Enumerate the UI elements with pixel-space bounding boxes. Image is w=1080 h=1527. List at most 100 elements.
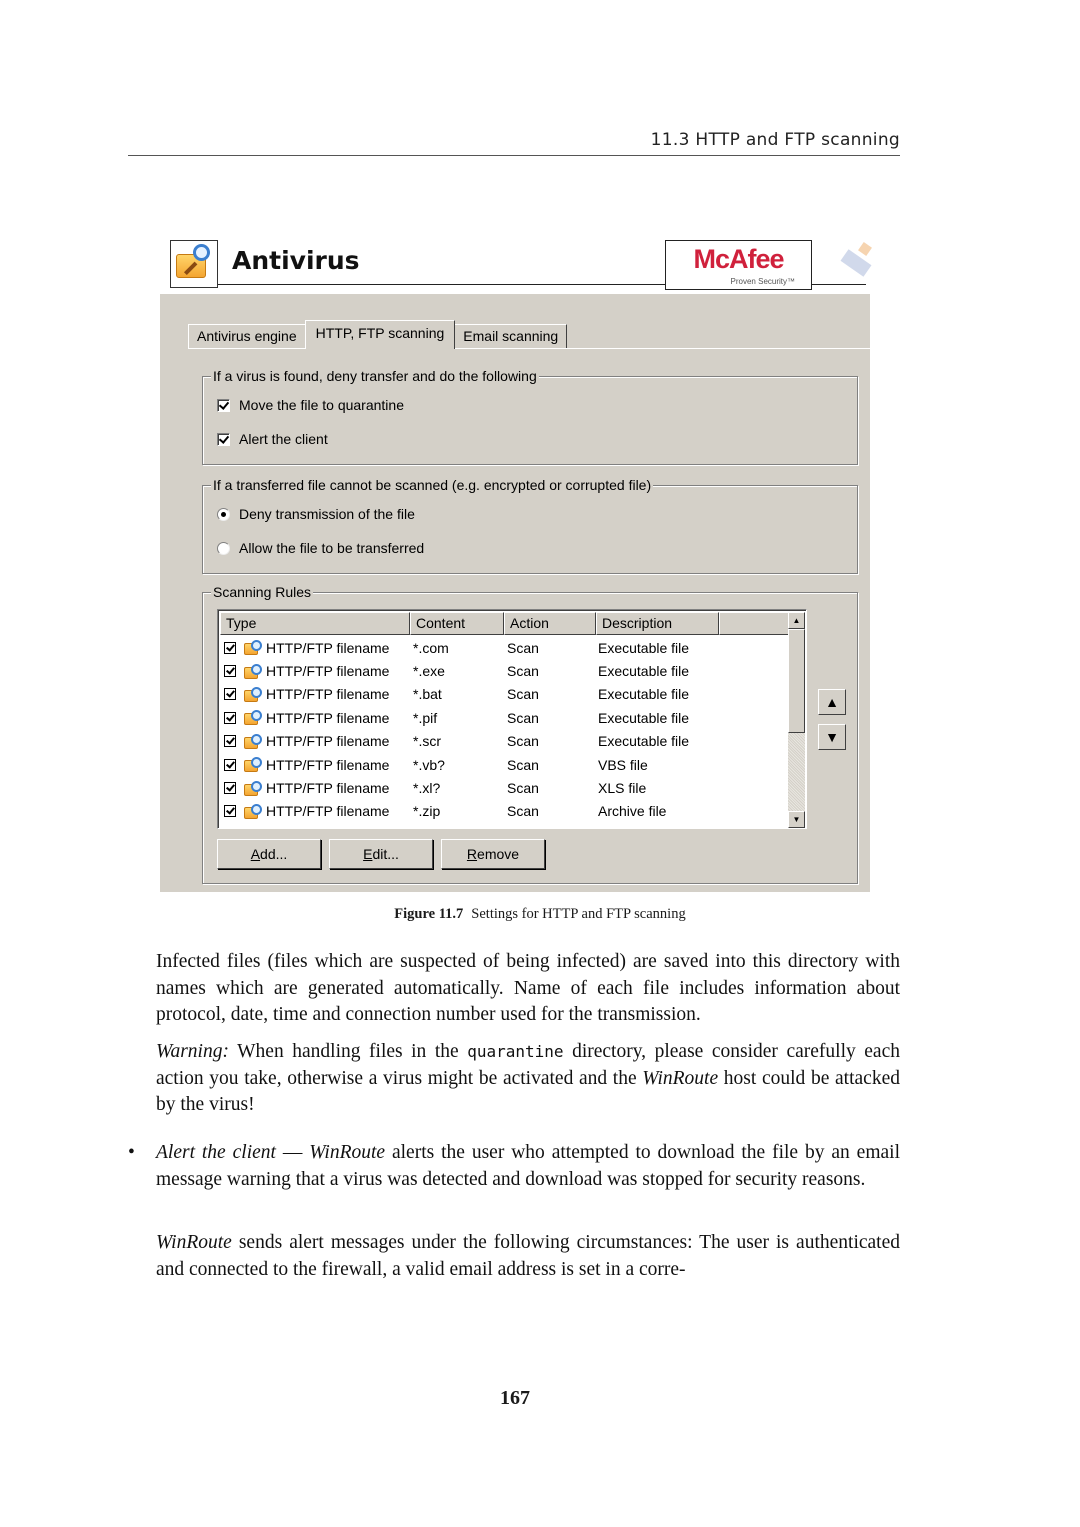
mcafee-logo: McAfee Proven Security™	[665, 240, 812, 290]
antivirus-screenshot-figure: Antivirus McAfee Proven Security™ Antivi…	[160, 236, 872, 892]
window-header: Antivirus McAfee Proven Security™	[160, 236, 872, 294]
settings-panel: Antivirus engine HTTP, FTP scanning Emai…	[160, 294, 870, 892]
rule-enabled-checkbox[interactable]	[224, 641, 236, 654]
option-label: Allow the file to be transferred	[239, 540, 425, 556]
rule-enabled-checkbox[interactable]	[224, 782, 236, 795]
rule-enabled-checkbox[interactable]	[224, 665, 236, 678]
quarantine-checkbox[interactable]	[217, 398, 230, 412]
quarantine-checkbox-option[interactable]: Move the file to quarantine	[217, 397, 404, 413]
cell-action: Scan	[507, 663, 539, 680]
tab-http-ftp-scanning[interactable]: HTTP, FTP scanning	[304, 320, 456, 349]
quarantine-code: quarantine	[467, 1042, 564, 1061]
rule-enabled-checkbox[interactable]	[224, 758, 236, 771]
table-row[interactable]: HTTP/FTP filename *.exe Scan Executable fil…	[220, 659, 785, 682]
edit-rule-button[interactable]: Edit...	[329, 839, 433, 869]
brand-tagline: Proven Security™	[730, 277, 795, 286]
bullet-icon: •	[128, 1142, 135, 1163]
cell-content: *.scr	[413, 733, 441, 750]
cell-type: HTTP/FTP filename	[220, 709, 410, 726]
cell-action: Scan	[507, 803, 539, 820]
warning-label: Warning:	[156, 1041, 229, 1062]
add-rule-button[interactable]: Add...	[217, 839, 321, 869]
rule-type: HTTP/FTP filename	[266, 803, 390, 820]
cell-action: Scan	[507, 780, 539, 797]
rule-type-icon	[244, 639, 264, 656]
column-header-type[interactable]: Type	[220, 612, 410, 635]
table-row[interactable]: HTTP/FTP filename *.xl? Scan XLS file	[220, 776, 785, 799]
window-title: Antivirus	[232, 246, 360, 275]
group-legend: If a transferred file cannot be scanned …	[211, 477, 654, 493]
rule-enabled-checkbox[interactable]	[224, 735, 236, 748]
tab-email-scanning[interactable]: Email scanning	[454, 324, 568, 348]
column-header-description[interactable]: Description	[596, 612, 719, 635]
table-row[interactable]: HTTP/FTP filename *.vb? Scan VBS file	[220, 753, 785, 776]
rule-type-icon	[244, 733, 264, 750]
scanning-rules-group: Scanning Rules Type Content Action Descr…	[202, 584, 858, 884]
alert-client-checkbox[interactable]	[217, 432, 230, 446]
cell-description: Executable file	[598, 733, 690, 750]
rule-type-icon	[244, 756, 264, 773]
rule-type-icon	[244, 780, 264, 797]
cell-content: *.com	[413, 639, 449, 656]
move-rule-up-button[interactable]: ▲	[818, 689, 846, 715]
table-row[interactable]: HTTP/FTP filename *.com Scan Executable fil…	[220, 636, 785, 659]
cell-description: Executable file	[598, 709, 690, 726]
virus-found-group: If a virus is found, deny transfer and d…	[202, 368, 858, 465]
table-row[interactable]: HTTP/FTP filename *.pif Scan Executable fil…	[220, 706, 785, 729]
scroll-down-button[interactable]: ▼	[788, 811, 805, 828]
move-rule-down-button[interactable]: ▼	[818, 724, 846, 750]
rule-type: HTTP/FTP filename	[266, 709, 390, 726]
allow-transfer-radio-option[interactable]: Allow the file to be transferred	[217, 540, 424, 556]
rule-enabled-checkbox[interactable]	[224, 688, 236, 701]
caption-label: Figure 11.7	[394, 906, 464, 922]
cell-content: *.zip	[413, 803, 441, 820]
option-label: Move the file to quarantine	[239, 397, 404, 413]
antivirus-folder-magnifier-icon	[170, 240, 218, 288]
table-row[interactable]: HTTP/FTP filename *.zip Scan Archive file	[220, 800, 785, 823]
tab-antivirus-engine[interactable]: Antivirus engine	[188, 324, 306, 348]
cell-action: Scan	[507, 756, 539, 773]
table-row[interactable]: HTTP/FTP filename *.scr Scan Executable fil…	[220, 730, 785, 753]
decorative-graphic-icon	[840, 242, 872, 282]
tab-bar: Antivirus engine HTTP, FTP scanning Emai…	[188, 320, 568, 349]
bullet-alert-client: • Alert the client — WinRoute alerts the …	[128, 1142, 900, 1190]
arrow-down-icon: ▼	[825, 729, 839, 745]
rule-enabled-checkbox[interactable]	[224, 711, 236, 724]
column-header-empty	[719, 612, 789, 635]
option-label: Deny transmission of the file	[239, 506, 415, 522]
rule-type: HTTP/FTP filename	[266, 663, 390, 680]
list-header: Type Content Action Description	[220, 612, 789, 635]
rule-type-icon	[244, 686, 264, 703]
rule-enabled-checkbox[interactable]	[224, 805, 236, 818]
remove-rule-button[interactable]: Remove	[441, 839, 545, 869]
scanning-rules-list[interactable]: Type Content Action Description HTTP/FTP…	[217, 609, 807, 829]
cell-description: Archive file	[598, 803, 667, 820]
cell-action: Scan	[507, 639, 539, 656]
cell-content: *.xl?	[413, 780, 441, 797]
group-legend: Scanning Rules	[211, 584, 314, 600]
deny-transmission-radio[interactable]	[217, 507, 230, 521]
table-row[interactable]: HTTP/FTP filename *.bat Scan Executable fil…	[220, 683, 785, 706]
allow-transfer-radio[interactable]	[217, 541, 230, 555]
body-paragraph-infected-files: Infected files (files which are suspecte…	[156, 951, 900, 1026]
deny-transmission-radio-option[interactable]: Deny transmission of the file	[217, 506, 415, 522]
figure-caption: Figure 11.7 Settings for HTTP and FTP sca…	[0, 906, 1080, 923]
brand-name: McAfee	[693, 244, 784, 274]
cell-action: Scan	[507, 686, 539, 703]
cell-type: HTTP/FTP filename	[220, 780, 410, 797]
cell-type: HTTP/FTP filename	[220, 663, 410, 680]
column-header-action[interactable]: Action	[504, 612, 596, 635]
list-rows: HTTP/FTP filename *.com Scan Executable fil…	[220, 636, 785, 823]
cell-content: *.exe	[413, 663, 445, 680]
cell-description: XLS file	[598, 780, 647, 797]
cell-content: *.vb?	[413, 756, 445, 773]
vertical-scrollbar[interactable]: ▲ ▼	[788, 612, 805, 828]
running-header: 11.3 HTTP and FTP scanning	[128, 130, 900, 156]
column-header-content[interactable]: Content	[410, 612, 504, 635]
alert-client-checkbox-option[interactable]: Alert the client	[217, 431, 328, 447]
cell-description: Executable file	[598, 663, 690, 680]
unscannable-file-group: If a transferred file cannot be scanned …	[202, 477, 858, 574]
scrollbar-thumb[interactable]	[788, 629, 805, 733]
rule-type: HTTP/FTP filename	[266, 780, 390, 797]
scroll-up-button[interactable]: ▲	[788, 612, 805, 629]
